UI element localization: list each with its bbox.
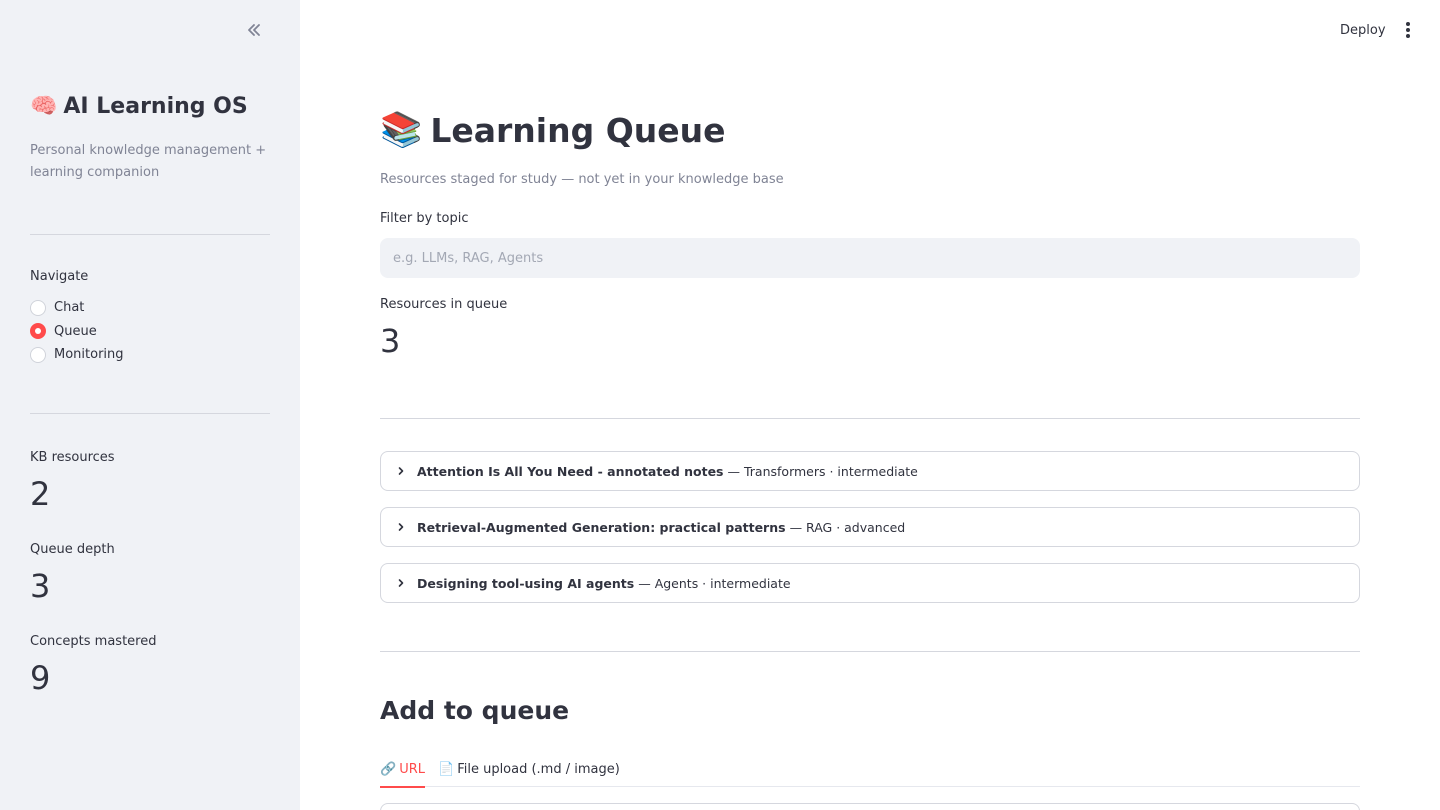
section-divider — [380, 651, 1360, 652]
resource-title: Attention Is All You Need - annotated no… — [417, 463, 724, 479]
nav-option-monitoring[interactable]: Monitoring — [30, 343, 124, 367]
resource-expander[interactable]: Designing tool-using AI agents — Agents … — [380, 563, 1360, 603]
kebab-menu-icon — [1406, 22, 1410, 26]
nav-option-queue[interactable]: Queue — [30, 320, 124, 344]
concepts-mastered-label: Concepts mastered — [30, 634, 157, 649]
double-chevron-left-icon — [248, 24, 260, 36]
sidebar-divider — [30, 413, 270, 414]
navigate-radio-group: Chat Queue Monitoring — [30, 296, 124, 367]
resources-in-queue-value: 3 — [380, 322, 401, 360]
resource-title: Retrieval-Augmented Generation: practica… — [417, 519, 786, 535]
chevron-right-icon — [395, 465, 407, 477]
sidebar-divider — [30, 234, 270, 235]
concepts-mastered-value: 9 — [30, 659, 51, 697]
page-caption: Resources staged for study — not yet in … — [380, 172, 784, 187]
collapse-sidebar-button[interactable] — [240, 16, 268, 44]
tab-label: URL — [399, 762, 425, 777]
tab-label: File upload (.md / image) — [457, 762, 620, 777]
resources-in-queue-label: Resources in queue — [380, 297, 508, 312]
chevron-right-icon — [395, 521, 407, 533]
resource-meta: — RAG · advanced — [789, 519, 906, 535]
filter-label: Filter by topic — [380, 211, 469, 226]
tab-file-upload[interactable]: 📄 File upload (.md / image) — [438, 752, 620, 787]
add-to-queue-heading: Add to queue — [380, 696, 570, 725]
radio-button-icon — [30, 299, 46, 316]
kb-resources-value: 2 — [30, 475, 51, 513]
nav-option-chat[interactable]: Chat — [30, 296, 124, 320]
radio-button-checked-icon — [30, 323, 46, 340]
nav-option-label: Chat — [54, 300, 85, 316]
chevron-right-icon — [395, 577, 407, 589]
link-icon: 🔗 — [380, 762, 397, 777]
sidebar: 🧠 AI Learning OS Personal knowledge mana… — [0, 0, 300, 810]
deploy-button[interactable]: Deploy — [1332, 18, 1394, 42]
document-icon: 📄 — [438, 762, 455, 777]
queue-depth-label: Queue depth — [30, 542, 115, 557]
sidebar-title: 🧠 AI Learning OS — [30, 94, 248, 119]
sidebar-caption: Personal knowledge management + learning… — [30, 143, 267, 180]
page-title: 📚 Learning Queue — [380, 110, 726, 150]
resource-meta: — Agents · intermediate — [638, 575, 791, 591]
nav-option-label: Monitoring — [54, 347, 124, 363]
nav-option-label: Queue — [54, 323, 97, 339]
add-source-tabs: 🔗 URL 📄 File upload (.md / image) — [380, 752, 1360, 788]
tab-url[interactable]: 🔗 URL — [380, 752, 425, 788]
radio-button-icon — [30, 346, 46, 363]
resource-expander[interactable]: Attention Is All You Need - annotated no… — [380, 451, 1360, 491]
resource-meta: — Transformers · intermediate — [727, 463, 918, 479]
main-menu-button[interactable] — [1398, 18, 1418, 42]
queue-depth-value: 3 — [30, 567, 51, 605]
brain-icon: 🧠 — [30, 94, 58, 119]
resource-title: Designing tool-using AI agents — [417, 575, 635, 591]
books-icon: 📚 — [380, 110, 423, 150]
sidebar-title-text: AI Learning OS — [63, 94, 248, 119]
kb-resources-label: KB resources — [30, 450, 115, 465]
resource-expander[interactable]: Retrieval-Augmented Generation: practica… — [380, 507, 1360, 547]
tab-panel — [380, 803, 1360, 810]
navigate-label: Navigate — [30, 269, 89, 284]
page-title-text: Learning Queue — [430, 110, 726, 150]
filter-topic-input[interactable] — [380, 238, 1360, 278]
section-divider — [380, 418, 1360, 419]
